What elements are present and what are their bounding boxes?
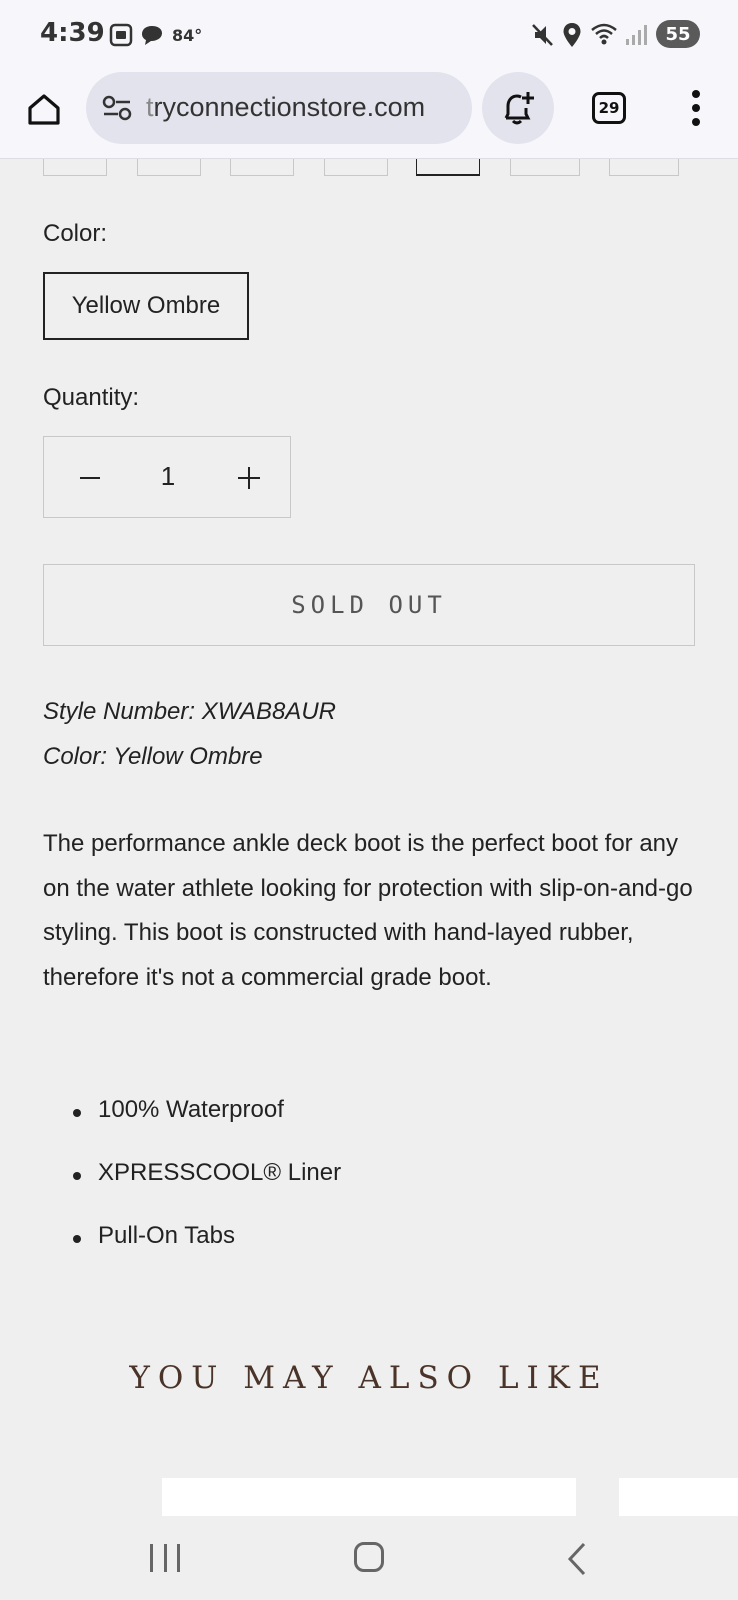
browser-toolbar: tryconnectionstore.com 29	[0, 68, 738, 159]
mute-icon	[532, 24, 553, 46]
quantity-increase-button[interactable]	[202, 437, 292, 517]
status-temperature: 84°	[172, 26, 203, 45]
quantity-label: Quantity:	[43, 384, 140, 411]
wifi-icon	[591, 23, 617, 45]
nav-home-button[interactable]	[354, 1542, 384, 1572]
tab-switcher-button[interactable]: 29	[592, 92, 626, 124]
feature-item: XPRESSCOOL® Liner	[73, 1159, 341, 1222]
signal-icon	[626, 25, 647, 45]
size-option[interactable]	[510, 159, 580, 176]
chat-icon	[142, 26, 162, 45]
status-time: 4:39	[40, 18, 105, 48]
url-prefix: t	[146, 92, 154, 122]
size-option[interactable]	[230, 159, 294, 176]
quantity-value[interactable]: 1	[144, 461, 192, 492]
color-detail: Color: Yellow Ombre	[43, 743, 263, 770]
url-domain: ryconnectionstore.com	[153, 92, 426, 122]
product-card[interactable]	[162, 1478, 576, 1516]
feature-item: 100% Waterproof	[73, 1096, 341, 1159]
size-option[interactable]	[137, 159, 201, 176]
feature-item: Pull-On Tabs	[73, 1222, 341, 1285]
sold-out-button[interactable]: SOLD OUT	[43, 564, 695, 646]
product-description: The performance ankle deck boot is the p…	[43, 830, 693, 991]
color-option-yellow-ombre[interactable]: Yellow Ombre	[43, 272, 249, 340]
url-text: tryconnectionstore.com	[146, 92, 425, 123]
size-option[interactable]	[609, 159, 679, 176]
minus-icon	[80, 477, 100, 479]
back-icon[interactable]	[565, 1542, 589, 1576]
notification-add-icon	[504, 92, 534, 125]
add-notification-button[interactable]	[482, 72, 554, 144]
recents-button[interactable]	[150, 1544, 180, 1572]
product-card[interactable]	[619, 1478, 738, 1516]
system-nav-bar	[0, 1516, 738, 1600]
more-vert-icon[interactable]	[684, 90, 708, 128]
size-option[interactable]	[43, 159, 107, 176]
recommendations-title: YOU MAY ALSO LIKE	[129, 1360, 609, 1396]
home-icon	[28, 94, 60, 125]
size-option-selected[interactable]	[416, 159, 480, 176]
location-icon	[563, 23, 581, 47]
status-bar: 4:39 84° 55	[0, 0, 738, 68]
home-button[interactable]	[24, 89, 64, 129]
style-number: Style Number: XWAB8AUR	[43, 698, 336, 725]
feature-list: 100% Waterproof XPRESSCOOL® Liner Pull-O…	[73, 1096, 341, 1285]
screenshot-icon	[109, 23, 133, 47]
quantity-decrease-button[interactable]	[44, 437, 134, 517]
size-option[interactable]	[324, 159, 388, 176]
color-label: Color:	[43, 220, 108, 247]
tune-icon[interactable]	[102, 94, 132, 122]
address-bar[interactable]: tryconnectionstore.com	[86, 72, 472, 144]
quantity-stepper: 1	[43, 436, 291, 518]
battery-indicator: 55	[656, 20, 700, 48]
